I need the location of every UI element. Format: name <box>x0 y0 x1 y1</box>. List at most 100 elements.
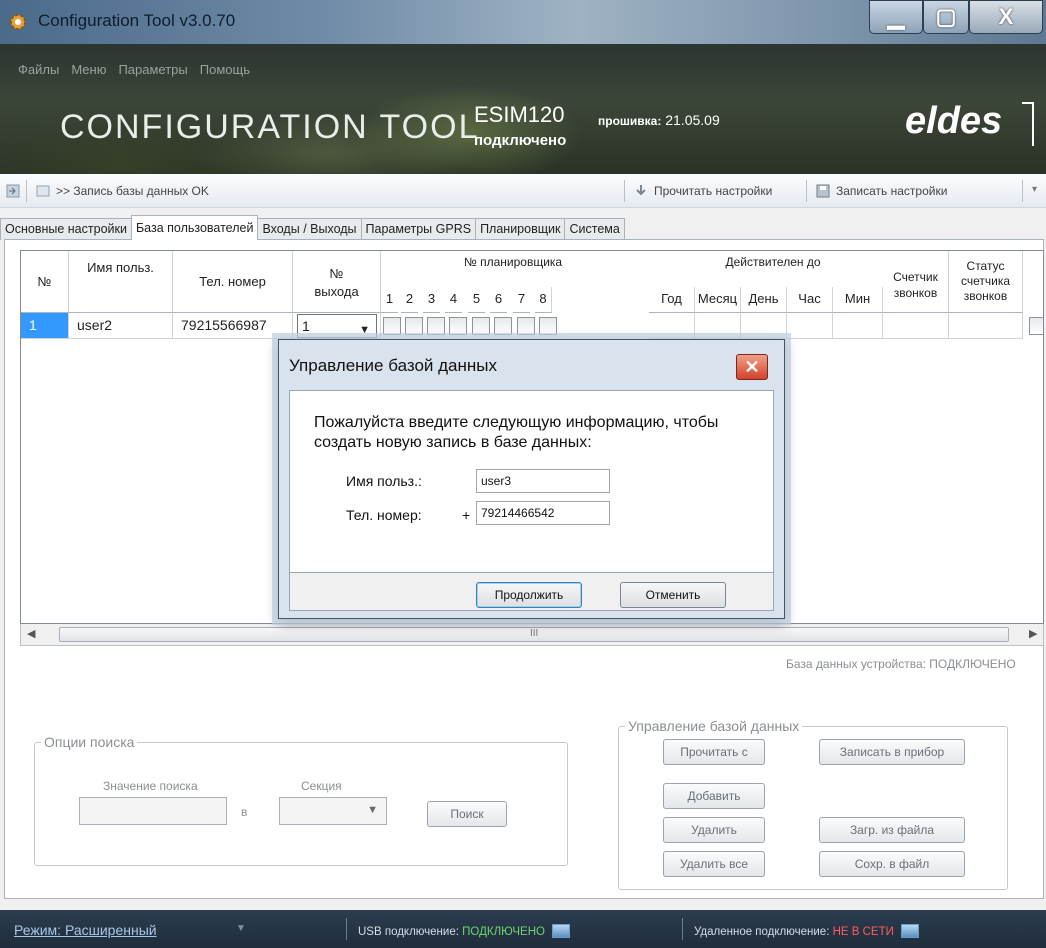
database-icon <box>36 185 50 197</box>
device-status: подключено <box>474 132 567 149</box>
toolbar-separator <box>806 180 807 202</box>
search-button[interactable]: Поиск <box>427 801 507 827</box>
add-button[interactable]: Добавить <box>663 783 765 809</box>
dialog-name-label: Имя польз.: <box>346 473 422 489</box>
firmware-value: 21.05.09 <box>665 112 720 128</box>
row-1-scheduler-4-checkbox[interactable] <box>449 317 467 335</box>
scheduler-col-4[interactable]: 4 <box>445 287 462 313</box>
menu-menu[interactable]: Меню <box>71 62 106 77</box>
dialog-close-button[interactable]: ✕ <box>736 354 768 380</box>
row-1-num[interactable]: 1 <box>21 313 69 339</box>
row-1-counter-status[interactable] <box>949 313 1023 339</box>
toolbar-status-text: >> Запись базы данных OK <box>56 184 209 198</box>
read-from-button[interactable]: Прочитать с <box>663 739 765 765</box>
menu-parameters[interactable]: Параметры <box>118 62 187 77</box>
dialog-phone-input[interactable]: 79214466542 <box>476 501 610 525</box>
minimize-icon: ▁ <box>887 4 905 29</box>
device-model: ESIM120 <box>474 102 565 127</box>
tab-main-settings[interactable]: Основные настройки <box>0 218 132 240</box>
scheduler-col-7[interactable]: 7 <box>513 287 530 313</box>
scroll-left-icon[interactable]: ◀ <box>27 627 35 640</box>
search-value-input[interactable] <box>79 797 227 825</box>
continue-button[interactable]: Продолжить <box>476 582 582 608</box>
row-1-year[interactable] <box>649 313 695 339</box>
column-header-call-counter[interactable]: Счетчик звонков <box>883 251 949 313</box>
column-header-name[interactable]: Имя польз. <box>69 251 173 313</box>
tab-strip: Основные настройки База пользователей Вх… <box>0 215 625 240</box>
valid-col-minute[interactable]: Мин <box>833 287 883 313</box>
row-1-scheduler-6-checkbox[interactable] <box>494 317 512 335</box>
remote-status-value: НЕ В СЕТИ <box>832 926 894 938</box>
tab-system[interactable]: Система <box>564 218 625 240</box>
mode-link[interactable]: Режим: Расширенный <box>14 922 157 938</box>
valid-until-group-header: Действителен до <box>725 255 821 269</box>
column-header-output[interactable]: № выхода <box>293 251 381 313</box>
search-section-select[interactable]: ▼ <box>279 797 387 825</box>
row-1-day[interactable] <box>741 313 787 339</box>
scheduler-col-1[interactable]: 1 <box>381 287 398 313</box>
delete-all-button[interactable]: Удалить все <box>663 851 765 877</box>
row-1-month[interactable] <box>695 313 741 339</box>
scheduler-col-6[interactable]: 6 <box>490 287 507 313</box>
search-in-label: в <box>241 805 248 819</box>
usb-status-value: ПОДКЛЮЧЕНО <box>462 926 545 938</box>
scrollbar-thumb[interactable]: III <box>59 627 1009 642</box>
valid-col-year[interactable]: Год <box>649 287 695 313</box>
maximize-button[interactable]: ▢ <box>923 0 969 34</box>
row-1-scheduler-2-checkbox[interactable] <box>405 317 423 335</box>
row-1-scheduler-1-checkbox[interactable] <box>383 317 401 335</box>
chevron-down-icon[interactable]: ▼ <box>236 923 246 934</box>
row-1-hour[interactable] <box>787 313 833 339</box>
delete-button[interactable]: Удалить <box>663 817 765 843</box>
app-gear-icon <box>10 14 26 30</box>
dialog-body: Пожалуйста введите следующую информацию,… <box>289 390 774 573</box>
row-1-minute[interactable] <box>833 313 883 339</box>
tab-scheduler[interactable]: Планировщик <box>475 218 566 240</box>
scheduler-col-8[interactable]: 8 <box>535 287 552 313</box>
menu-help[interactable]: Помощь <box>200 62 250 77</box>
row-1-scheduler-8-checkbox[interactable] <box>539 317 557 335</box>
close-window-button[interactable]: X <box>969 0 1043 34</box>
minimize-button[interactable]: ▁ <box>869 0 923 34</box>
save-icon <box>816 184 830 198</box>
column-header-phone[interactable]: Тел. номер <box>173 251 293 313</box>
dialog-name-input[interactable]: user3 <box>476 469 610 493</box>
row-1-output-select[interactable]: 1 ▼ <box>297 314 377 338</box>
load-from-file-button[interactable]: Загр. из файла <box>819 817 965 843</box>
toolbar-separator <box>624 180 625 202</box>
scheduler-col-5[interactable]: 5 <box>468 287 485 313</box>
save-to-file-button[interactable]: Сохр. в файл <box>819 851 965 877</box>
write-to-device-button[interactable]: Записать в прибор <box>819 739 965 765</box>
row-1-phone[interactable]: 79215566987 <box>173 313 293 339</box>
read-settings-button[interactable]: Прочитать настройки <box>634 184 772 198</box>
column-header-counter-status[interactable]: Статус счетчика звонков <box>949 251 1023 313</box>
chevron-down-icon: ▼ <box>367 804 378 816</box>
tab-gprs-params[interactable]: Параметры GPRS <box>360 218 477 240</box>
status-separator <box>346 918 347 940</box>
banner-title: CONFIGURATION TOOL <box>60 108 480 146</box>
column-header-num[interactable]: № <box>21 251 69 313</box>
toolbar-overflow-icon[interactable]: ▾ <box>1032 184 1037 195</box>
cancel-button[interactable]: Отменить <box>620 582 726 608</box>
tab-user-database[interactable]: База пользователей <box>130 215 259 240</box>
scheduler-col-3[interactable]: 3 <box>423 287 440 313</box>
horizontal-scrollbar[interactable]: ◀ III ▶ <box>20 624 1044 646</box>
write-settings-label: Записать настройки <box>836 184 948 198</box>
chevron-down-icon: ▼ <box>359 324 370 336</box>
valid-col-hour[interactable]: Час <box>787 287 833 313</box>
row-1-scheduler-5-checkbox[interactable] <box>472 317 490 335</box>
write-settings-button[interactable]: Записать настройки <box>816 184 947 198</box>
scheduler-group-header: № планировщика <box>463 255 563 269</box>
valid-col-month[interactable]: Месяц <box>695 287 741 313</box>
row-1-call-counter[interactable] <box>883 313 949 339</box>
row-1-name[interactable]: user2 <box>69 313 173 339</box>
menu-files[interactable]: Файлы <box>18 62 59 77</box>
scheduler-col-2[interactable]: 2 <box>401 287 418 313</box>
import-icon[interactable] <box>6 184 20 198</box>
scroll-right-icon[interactable]: ▶ <box>1029 627 1037 640</box>
valid-col-day[interactable]: День <box>741 287 787 313</box>
row-1-scheduler-7-checkbox[interactable] <box>517 317 535 335</box>
tab-inputs-outputs[interactable]: Входы / Выходы <box>257 218 362 240</box>
row-1-scheduler-3-checkbox[interactable] <box>427 317 445 335</box>
row-1-status-checkbox[interactable] <box>1029 317 1043 335</box>
